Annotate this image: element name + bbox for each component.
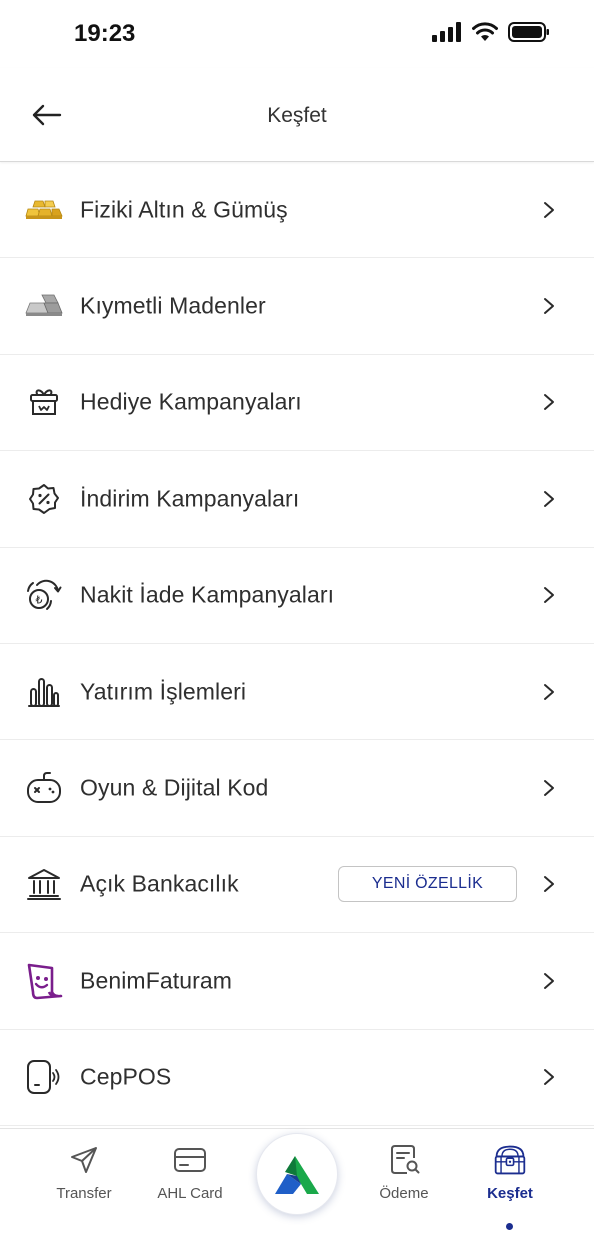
gold-bars-icon [24, 190, 64, 230]
menu-item-open-banking[interactable]: Açık Bankacılık YENİ ÖZELLİK [0, 837, 594, 934]
chevron-right-icon [544, 490, 554, 507]
paper-plane-icon [67, 1143, 101, 1177]
home-logo-button[interactable] [256, 1133, 338, 1215]
receipt-search-icon [387, 1143, 421, 1177]
tab-payment[interactable]: Ödeme [354, 1143, 454, 1202]
active-tab-indicator [506, 1223, 513, 1230]
status-time: 19:23 [74, 20, 136, 47]
credit-card-icon [173, 1143, 207, 1177]
chevron-right-icon [544, 972, 554, 989]
gift-icon [24, 382, 64, 422]
menu-item-cashback-campaigns[interactable]: ₺ Nakit İade Kampanyaları [0, 548, 594, 644]
chevron-right-icon [544, 587, 554, 604]
menu-item-label: CepPOS [80, 1063, 172, 1090]
menu-item-investment-transactions[interactable]: Yatırım İşlemleri [0, 644, 594, 741]
menu-item-label: Yatırım İşlemleri [80, 678, 247, 705]
explore-menu: Fiziki Altın & Gümüş Kıymetli Madenler H… [0, 162, 594, 1126]
menu-item-games-digital-codes[interactable]: Oyun & Dijital Kod [0, 740, 594, 837]
invoice-face-icon [24, 961, 64, 1001]
status-bar: 19:23 [0, 0, 594, 68]
status-icons [432, 22, 550, 42]
menu-item-discount-campaigns[interactable]: İndirim Kampanyaları [0, 451, 594, 548]
tab-label: Transfer [56, 1185, 112, 1202]
cashback-icon: ₺ [24, 575, 64, 615]
menu-item-label: Kıymetli Madenler [80, 292, 266, 319]
menu-item-precious-metals[interactable]: Kıymetli Madenler [0, 258, 594, 355]
chevron-right-icon [544, 201, 554, 218]
chevron-right-icon [544, 394, 554, 411]
menu-item-label: Hediye Kampanyaları [80, 388, 302, 415]
tab-label: Ödeme [379, 1185, 429, 1202]
contactless-phone-icon [24, 1057, 64, 1097]
menu-item-benimfaturam[interactable]: BenimFaturam [0, 933, 594, 1030]
bank-icon [24, 864, 64, 904]
svg-text:₺: ₺ [36, 594, 43, 607]
tab-transfer[interactable]: Transfer [34, 1143, 134, 1202]
tab-label: Keşfet [487, 1185, 533, 1202]
tab-explore[interactable]: Keşfet [460, 1143, 560, 1202]
chevron-right-icon [544, 780, 554, 797]
menu-item-gift-campaigns[interactable]: Hediye Kampanyaları [0, 355, 594, 452]
chevron-right-icon [544, 298, 554, 315]
menu-item-label: Nakit İade Kampanyaları [80, 581, 335, 608]
menu-item-label: Fiziki Altın & Gümüş [80, 196, 288, 223]
silver-bars-icon [24, 286, 64, 326]
new-feature-badge: YENİ ÖZELLİK [338, 866, 517, 903]
battery-icon [508, 22, 549, 42]
signal-icon [432, 22, 461, 42]
menu-item-label: Açık Bankacılık [80, 870, 239, 897]
discount-badge-icon [24, 479, 64, 519]
bar-chart-icon [24, 672, 64, 712]
brand-logo-icon [275, 1156, 319, 1194]
menu-item-label: İndirim Kampanyaları [80, 485, 300, 512]
header: Keşfet [0, 68, 594, 162]
tab-ahl-card[interactable]: AHL Card [140, 1143, 240, 1202]
gamepad-icon [24, 768, 64, 808]
chevron-right-icon [544, 1069, 554, 1086]
bottom-tab-bar: Transfer AHL Card Ödeme Keşfet [0, 1128, 594, 1240]
menu-item-label: Oyun & Dijital Kod [80, 774, 269, 801]
menu-item-label: BenimFaturam [80, 967, 233, 994]
menu-item-ceppos[interactable]: CepPOS [0, 1030, 594, 1126]
page-title: Keşfet [267, 104, 327, 127]
chevron-right-icon [544, 876, 554, 893]
menu-item-physical-gold-silver[interactable]: Fiziki Altın & Gümüş [0, 162, 594, 259]
wifi-icon [472, 22, 498, 41]
tab-label: AHL Card [157, 1185, 223, 1202]
chevron-right-icon [544, 683, 554, 700]
treasure-chest-icon [493, 1143, 527, 1177]
